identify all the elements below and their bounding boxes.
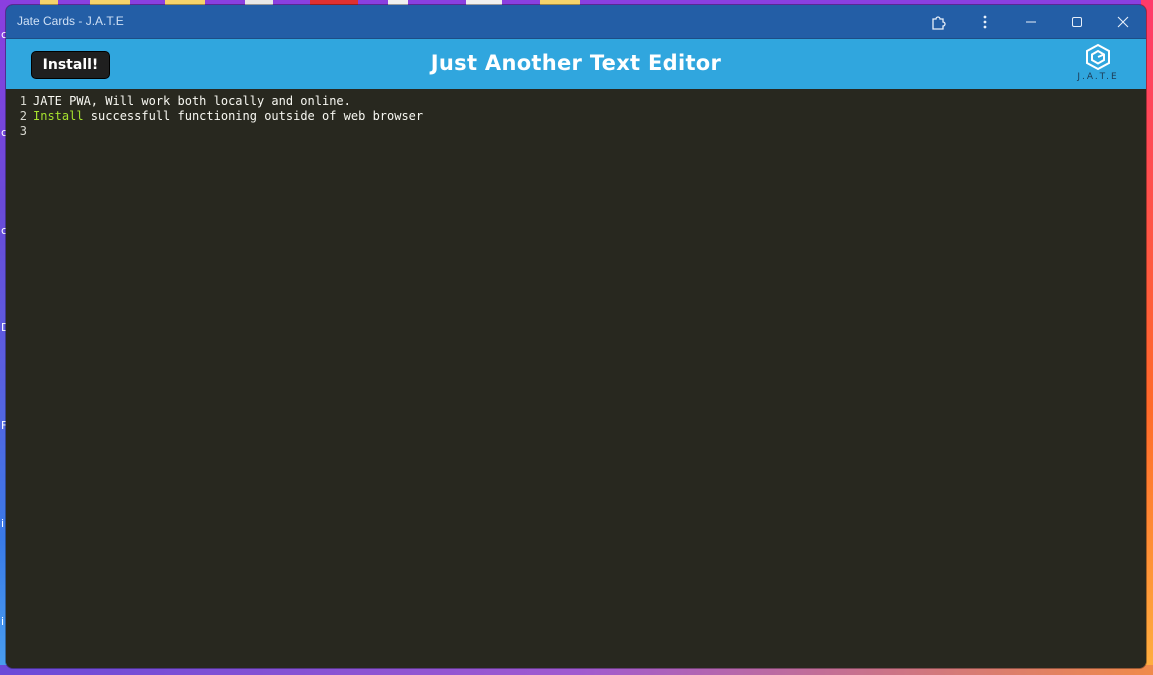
app-header: Install! Just Another Text Editor J.A.T.… <box>6 38 1146 89</box>
maximize-icon[interactable] <box>1054 5 1100 38</box>
line-text: JATE PWA, Will work both locally and onl… <box>33 94 351 108</box>
line-number: 2 <box>19 109 27 123</box>
line-keyword: Install <box>33 109 84 123</box>
editor-line[interactable]: 1 JATE PWA, Will work both locally and o… <box>6 94 1146 109</box>
editor-line[interactable]: 2 Install successfull functioning outsid… <box>6 109 1146 124</box>
line-number: 3 <box>19 124 27 138</box>
jate-logo-icon <box>1086 43 1110 71</box>
extension-icon[interactable] <box>916 5 962 38</box>
window-title: Jate Cards - J.A.T.E <box>17 14 124 28</box>
app-window: Jate Cards - J.A.T.E Install! Just Anoth… <box>6 5 1146 668</box>
code-editor[interactable]: 1 JATE PWA, Will work both locally and o… <box>6 89 1146 668</box>
minimize-icon[interactable] <box>1008 5 1054 38</box>
logo-text: J.A.T.E <box>1077 72 1119 82</box>
window-controls <box>916 5 1146 38</box>
more-icon[interactable] <box>962 5 1008 38</box>
line-number: 1 <box>19 94 27 108</box>
window-titlebar[interactable]: Jate Cards - J.A.T.E <box>6 5 1146 38</box>
close-icon[interactable] <box>1100 5 1146 38</box>
line-text: successfull functioning outside of web b… <box>83 109 424 123</box>
jate-logo: J.A.T.E <box>1077 43 1119 87</box>
editor-line[interactable]: 3 <box>6 124 1146 139</box>
app-title: Just Another Text Editor <box>430 51 722 75</box>
